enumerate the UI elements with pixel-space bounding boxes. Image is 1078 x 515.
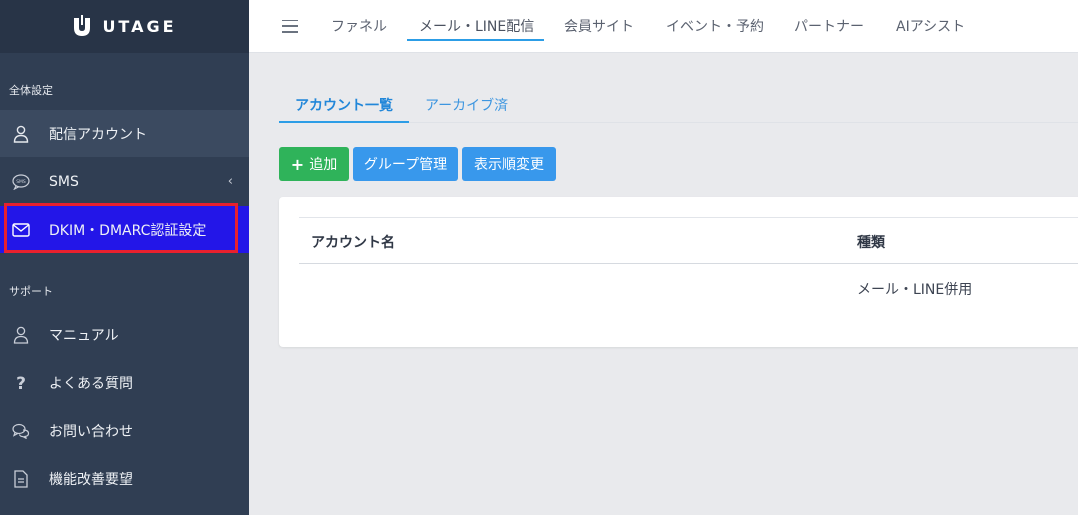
topnav-event[interactable]: イベント・予約: [666, 16, 764, 36]
mail-icon: [12, 221, 30, 239]
topnav-mail-line[interactable]: メール・LINE配信: [419, 16, 534, 36]
display-order-button[interactable]: 表示順変更: [462, 147, 556, 181]
sidebar-item-feature-request[interactable]: 機能改善要望: [0, 455, 249, 502]
tab-active-indicator: [279, 121, 409, 123]
plus-icon: +: [290, 154, 305, 174]
question-icon: ?: [12, 374, 30, 392]
sidebar-item-dkim-dmarc[interactable]: DKIM・DMARC認証設定: [0, 206, 249, 253]
tab-archived[interactable]: アーカイブ済: [425, 95, 508, 115]
utage-logo-icon: [74, 14, 91, 36]
table-header-border: [299, 263, 1078, 264]
group-management-button[interactable]: グループ管理: [353, 147, 458, 181]
section-label-support: サポート: [9, 285, 53, 298]
section-label-settings: 全体設定: [9, 84, 53, 97]
topnav-active-indicator: [407, 39, 544, 41]
sidebar: UTAGE 全体設定 配信アカウント SMS SMS ‹ DKIM・DMARC認…: [0, 0, 249, 515]
sidebar-item-faq[interactable]: ? よくある質問: [0, 359, 249, 406]
topnav-ai-assist[interactable]: AIアシスト: [896, 16, 965, 36]
sidebar-item-label: よくある質問: [49, 375, 133, 392]
tab-account-list[interactable]: アカウント一覧: [295, 95, 393, 115]
cell-type: メール・LINE併用: [857, 282, 973, 298]
top-navigation: ファネル メール・LINE配信 会員サイト イベント・予約 パートナー AIアシ…: [249, 0, 1078, 53]
topnav-member-site[interactable]: 会員サイト: [564, 16, 634, 36]
topnav-funnel[interactable]: ファネル: [331, 16, 387, 36]
document-icon: [12, 469, 30, 488]
svg-text:SMS: SMS: [16, 179, 26, 185]
display-order-label: 表示順変更: [474, 157, 544, 173]
sidebar-item-label: DKIM・DMARC認証設定: [49, 222, 207, 239]
sidebar-item-sms[interactable]: SMS SMS ‹: [0, 158, 249, 205]
add-button[interactable]: + 追加: [279, 147, 349, 181]
sidebar-item-contact[interactable]: お問い合わせ: [0, 407, 249, 454]
brand-logo[interactable]: UTAGE: [0, 0, 249, 53]
sidebar-item-delivery-account[interactable]: 配信アカウント: [0, 110, 249, 157]
group-management-label: グループ管理: [363, 157, 448, 173]
sidebar-item-label: 機能改善要望: [49, 471, 133, 488]
svg-text:?: ?: [16, 374, 26, 392]
accounts-table-card: アカウント名 種類 メール・LINE併用: [279, 197, 1078, 347]
brand-name: UTAGE: [102, 17, 177, 36]
add-button-label: 追加: [309, 157, 338, 173]
user-outline-icon: [12, 326, 30, 344]
column-header-type: 種類: [857, 235, 885, 251]
sidebar-item-label: お問い合わせ: [49, 423, 133, 440]
topnav-partner[interactable]: パートナー: [794, 16, 864, 36]
column-header-account-name: アカウント名: [311, 235, 395, 251]
chevron-left-icon: ‹: [227, 174, 233, 189]
sidebar-item-manual[interactable]: マニュアル: [0, 311, 249, 358]
sidebar-item-label: 配信アカウント: [49, 126, 147, 143]
sms-chat-icon: SMS: [12, 173, 30, 191]
user-icon: [12, 125, 30, 143]
table-top-border: [299, 217, 1078, 218]
sidebar-item-label: SMS: [49, 173, 79, 190]
chat-bubbles-icon: [12, 422, 30, 440]
hamburger-menu-icon[interactable]: [282, 19, 298, 33]
sidebar-item-label: マニュアル: [49, 327, 119, 344]
